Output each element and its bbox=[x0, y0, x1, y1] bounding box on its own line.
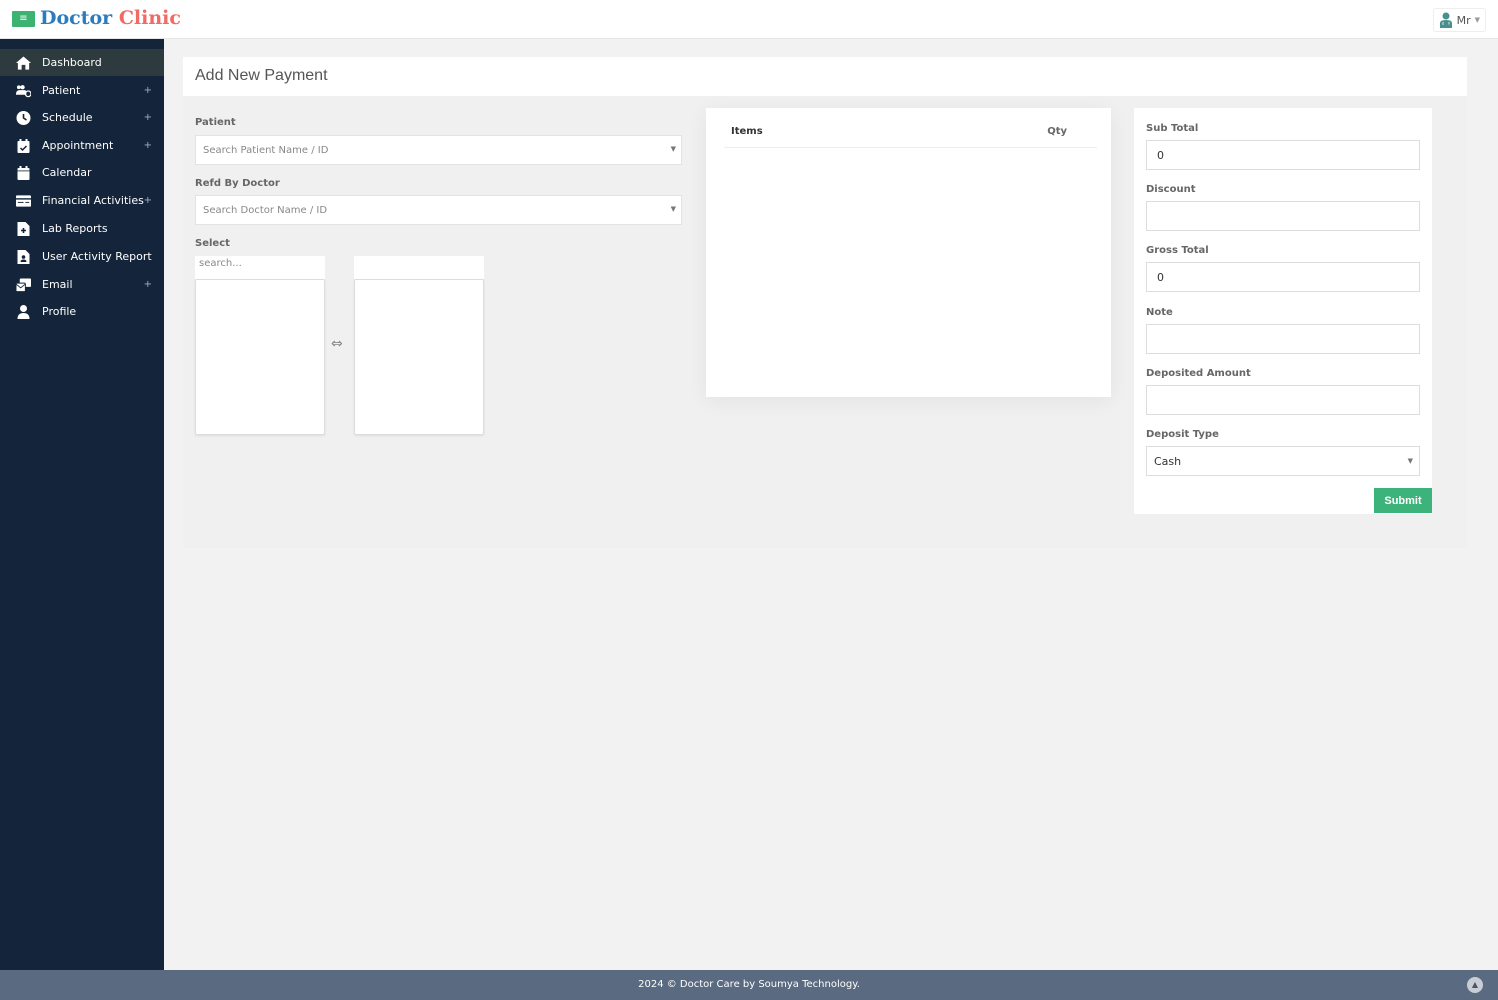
footer: 2024 © Doctor Care by Soumya Technology.… bbox=[0, 970, 1498, 1000]
sidebar-item-label: Schedule bbox=[42, 111, 93, 124]
available-items-list[interactable] bbox=[195, 279, 325, 435]
dropdown-arrow-icon: ▼ bbox=[670, 145, 676, 153]
sub-total-value: 0 bbox=[1157, 148, 1164, 162]
file-user-icon bbox=[15, 249, 31, 264]
deposit-type-select[interactable]: Cash ▼ bbox=[1146, 446, 1420, 476]
available-search-input[interactable]: search... bbox=[195, 256, 325, 279]
sidebar: Dashboard Patient + Schedule + Appointme… bbox=[0, 39, 164, 970]
sidebar-item-label: Financial Activities bbox=[42, 194, 144, 207]
sidebar-item-label: Profile bbox=[42, 305, 77, 318]
sidebar-item-appointment[interactable]: Appointment + bbox=[0, 132, 164, 159]
sidebar-item-label: User Activity Report bbox=[42, 250, 152, 263]
sub-total-input[interactable]: 0 bbox=[1146, 140, 1420, 170]
note-input[interactable] bbox=[1146, 324, 1420, 354]
sidebar-item-profile[interactable]: Profile bbox=[0, 298, 164, 325]
money-card-icon bbox=[15, 194, 31, 208]
sidebar-item-patient[interactable]: Patient + bbox=[0, 77, 164, 104]
deposit-type-value: Cash bbox=[1154, 454, 1182, 468]
expand-icon[interactable]: + bbox=[144, 112, 152, 123]
expand-icon[interactable]: + bbox=[144, 279, 152, 290]
discount-label: Discount bbox=[1146, 184, 1196, 195]
sidebar-item-financial-activities[interactable]: Financial Activities + bbox=[0, 187, 164, 214]
expand-icon[interactable]: + bbox=[144, 85, 152, 96]
sidebar-item-email[interactable]: Email + bbox=[0, 271, 164, 298]
patient-select[interactable]: Search Patient Name / ID ▼ bbox=[195, 135, 682, 165]
chevron-down-icon: ▼ bbox=[1474, 16, 1480, 24]
page-header: Add New Payment bbox=[183, 57, 1467, 96]
hamburger-icon[interactable]: ≡ bbox=[12, 11, 35, 27]
sub-total-label: Sub Total bbox=[1146, 123, 1199, 134]
sidebar-item-label: Calendar bbox=[42, 166, 92, 179]
gross-total-input[interactable]: 0 bbox=[1146, 262, 1420, 292]
clock-icon bbox=[15, 110, 31, 125]
envelopes-icon bbox=[15, 277, 31, 292]
sidebar-item-dashboard[interactable]: Dashboard bbox=[0, 49, 164, 76]
sidebar-item-lab-reports[interactable]: Lab Reports bbox=[0, 215, 164, 242]
sidebar-item-schedule[interactable]: Schedule + bbox=[0, 104, 164, 131]
selected-items-list[interactable] bbox=[354, 279, 484, 435]
column-header-items: Items bbox=[731, 126, 763, 137]
brand-name-part2: Clinic bbox=[118, 7, 181, 29]
footer-copyright: 2024 © Doctor Care by Soumya Technology. bbox=[638, 979, 860, 990]
doctor-select[interactable]: Search Doctor Name / ID ▼ bbox=[195, 195, 682, 225]
users-plus-icon bbox=[15, 84, 31, 98]
totals-card: Sub Total 0 Discount Gross Total 0 Note … bbox=[1134, 108, 1432, 514]
brand-logo[interactable]: Doctor Clinic bbox=[40, 7, 181, 29]
user-menu-button[interactable]: Mr ▼ bbox=[1432, 8, 1486, 32]
top-navbar: ≡ Doctor Clinic Mr ▼ bbox=[0, 0, 1498, 39]
dropdown-arrow-icon: ▼ bbox=[670, 205, 676, 213]
note-label: Note bbox=[1146, 307, 1173, 318]
sidebar-item-label: Lab Reports bbox=[42, 222, 108, 235]
page-title: Add New Payment bbox=[195, 67, 328, 84]
search-placeholder: search... bbox=[199, 258, 242, 269]
sidebar-item-label: Patient bbox=[42, 84, 81, 97]
sidebar-item-user-activity-report[interactable]: User Activity Report bbox=[0, 243, 164, 270]
calendar-check-icon bbox=[15, 138, 31, 153]
gross-total-label: Gross Total bbox=[1146, 245, 1209, 256]
patient-select-placeholder: Search Patient Name / ID bbox=[203, 144, 329, 156]
home-icon bbox=[15, 55, 31, 70]
deposit-type-label: Deposit Type bbox=[1146, 429, 1219, 440]
items-table: Items Qty bbox=[706, 108, 1111, 397]
selected-search-input[interactable] bbox=[354, 256, 484, 279]
sidebar-item-label: Appointment bbox=[42, 139, 114, 152]
deposited-amount-input[interactable] bbox=[1146, 385, 1420, 415]
doctor-avatar-icon bbox=[1439, 12, 1452, 28]
select-label: Select bbox=[195, 238, 230, 249]
deposited-amount-label: Deposited Amount bbox=[1146, 368, 1251, 379]
column-header-qty: Qty bbox=[1047, 126, 1067, 137]
dropdown-arrow-icon: ▼ bbox=[1407, 457, 1413, 465]
user-icon bbox=[15, 304, 31, 319]
sidebar-item-calendar[interactable]: Calendar bbox=[0, 159, 164, 186]
expand-icon[interactable]: + bbox=[144, 195, 152, 206]
discount-input[interactable] bbox=[1146, 201, 1420, 231]
doctor-label: Refd By Doctor bbox=[195, 178, 280, 189]
scroll-to-top-icon[interactable]: ▲ bbox=[1467, 977, 1483, 993]
sidebar-item-label: Email bbox=[42, 278, 73, 291]
gross-total-value: 0 bbox=[1157, 270, 1164, 284]
doctor-select-placeholder: Search Doctor Name / ID bbox=[203, 204, 328, 216]
sidebar-item-label: Dashboard bbox=[42, 56, 102, 69]
expand-icon[interactable]: + bbox=[144, 140, 152, 151]
items-table-header: Items Qty bbox=[724, 126, 1097, 148]
user-name: Mr bbox=[1456, 13, 1471, 27]
submit-button[interactable]: Submit bbox=[1374, 488, 1432, 513]
patient-label: Patient bbox=[195, 117, 236, 128]
brand-name-part1: Doctor bbox=[40, 7, 113, 29]
file-medical-icon bbox=[15, 221, 31, 236]
swap-arrows-icon[interactable]: ⇔ bbox=[331, 336, 343, 352]
calendar-icon bbox=[15, 165, 31, 180]
